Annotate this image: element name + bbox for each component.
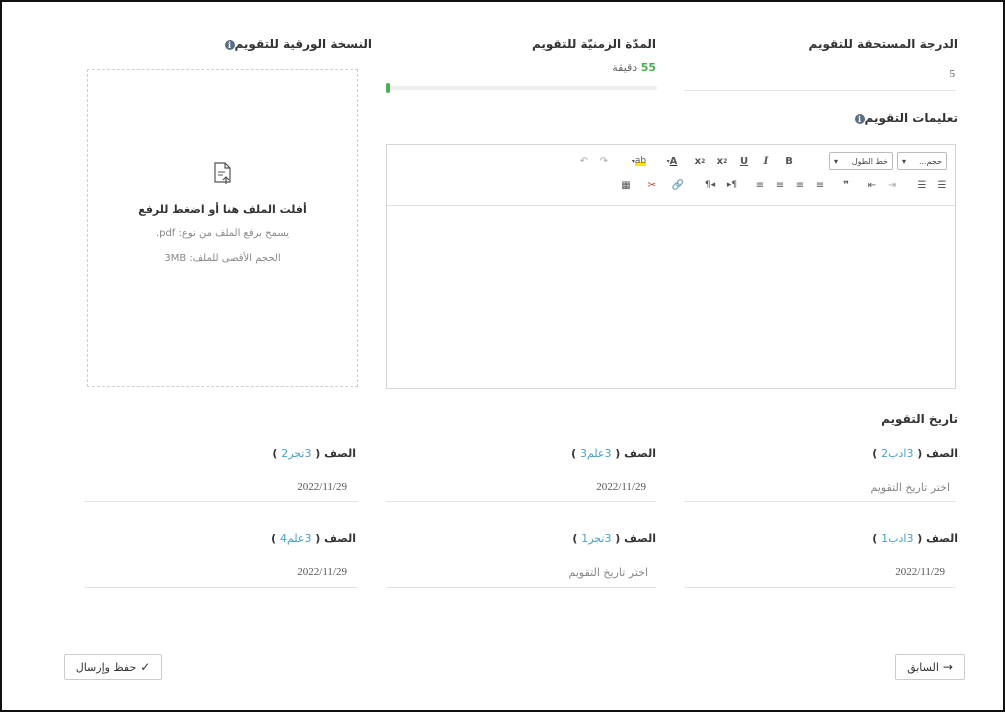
previous-button[interactable]: → السابق <box>895 654 965 680</box>
duration-label: المدّة الزمنيّة للتقويم <box>531 37 656 51</box>
grade-label: الدرجة المستحقة للتقويم <box>808 37 958 51</box>
table-icon[interactable]: ▦ <box>619 177 633 193</box>
link-icon[interactable]: 🔗 <box>671 177 685 193</box>
upload-title: أفلت الملف هنا أو اضغط للرفع <box>138 203 307 216</box>
date-input[interactable]: 2022/11/29 <box>297 566 347 578</box>
rtl-direction-icon[interactable]: ¶◂ <box>703 177 717 193</box>
date-input[interactable]: اختر تاريخ التقويم <box>871 481 950 494</box>
date-underline <box>684 587 956 588</box>
upload-max-size: الحجم الأقصى للملف: 3MB <box>164 253 281 264</box>
grade-underline <box>684 90 956 91</box>
date-underline <box>386 587 656 588</box>
subscript-button[interactable]: x2 <box>715 153 729 169</box>
date-underline <box>84 587 358 588</box>
highlight-color-icon[interactable]: ▾ ab <box>625 153 653 169</box>
eval-date-label: تاريخ التقويم <box>881 412 958 426</box>
align-right-icon[interactable]: ≡ <box>813 177 827 193</box>
underline-button[interactable]: U <box>737 153 751 169</box>
date-underline <box>684 501 956 502</box>
outdent-icon[interactable]: ⇤ <box>865 177 879 193</box>
date-input[interactable]: 2022/11/29 <box>895 566 945 578</box>
grade-value[interactable]: 5 <box>950 68 956 80</box>
save-send-button[interactable]: ✓ حفظ وإرسال <box>64 654 162 680</box>
duration-slider-handle[interactable] <box>386 83 390 93</box>
upload-file-icon <box>214 162 231 184</box>
numbered-list-icon[interactable]: ☰ <box>935 177 949 193</box>
superscript-button[interactable]: x2 <box>693 153 707 169</box>
date-underline <box>84 501 358 502</box>
duration-slider-track[interactable] <box>386 83 657 93</box>
arrow-right-icon: → <box>942 660 953 674</box>
blockquote-icon[interactable]: ❞ <box>839 177 853 193</box>
ltr-direction-icon[interactable]: ▸¶ <box>725 177 739 193</box>
file-dropzone[interactable]: أفلت الملف هنا أو اضغط للرفع يسمح برفع ا… <box>87 69 358 387</box>
info-icon: i <box>854 113 865 124</box>
date-underline <box>386 501 656 502</box>
editor-content-area[interactable] <box>387 206 955 388</box>
class-label: الصف ( 3ادب2 ) <box>872 447 958 460</box>
class-label: الصف ( 3تجر1 ) <box>572 532 656 545</box>
undo-icon[interactable]: ↶ <box>577 153 591 169</box>
class-label: الصف ( 3تجر2 ) <box>272 447 356 460</box>
rich-text-editor: حجم... ▾ خط الطول ▾ B I U x2 x2 ▾ A ▾ ab ↷… <box>386 144 956 389</box>
date-input[interactable]: 2022/11/29 <box>297 481 347 493</box>
date-input[interactable]: اختر تاريخ التقويم <box>569 566 648 579</box>
duration-value: 55 دقيقة <box>612 61 656 74</box>
align-left-icon[interactable]: ≡ <box>773 177 787 193</box>
indent-icon[interactable]: ⇥ <box>885 177 899 193</box>
editor-toolbar: حجم... ▾ خط الطول ▾ B I U x2 x2 ▾ A ▾ ab ↷… <box>387 145 955 206</box>
class-label: الصف ( 3علم4 ) <box>271 532 356 545</box>
date-input[interactable]: 2022/11/29 <box>596 481 646 493</box>
font-size-select[interactable]: حجم... ▾ <box>897 152 947 170</box>
redo-icon[interactable]: ↷ <box>597 153 611 169</box>
upload-allowed-types: يسمح برفع الملف من نوع: pdf. <box>155 228 290 239</box>
align-justify-icon[interactable]: ≡ <box>753 177 767 193</box>
instructions-label: تعليمات التقويمi <box>851 111 958 125</box>
align-center-icon[interactable]: ≡ <box>793 177 807 193</box>
class-label: الصف ( 3علم3 ) <box>571 447 656 460</box>
class-label: الصف ( 3ادب1 ) <box>872 532 958 545</box>
bulleted-list-icon[interactable]: ☰ <box>915 177 929 193</box>
checkmark-icon: ✓ <box>140 660 151 674</box>
text-color-icon[interactable]: ▾ A <box>659 153 685 169</box>
font-family-select[interactable]: خط الطول ▾ <box>829 152 893 170</box>
italic-button[interactable]: I <box>759 153 773 169</box>
unlink-icon[interactable]: ✂ <box>645 177 659 193</box>
info-icon: i <box>224 39 235 50</box>
bold-button[interactable]: B <box>782 153 796 169</box>
paper-copy-label: النسخة الورقية للتقويمi <box>221 37 372 51</box>
